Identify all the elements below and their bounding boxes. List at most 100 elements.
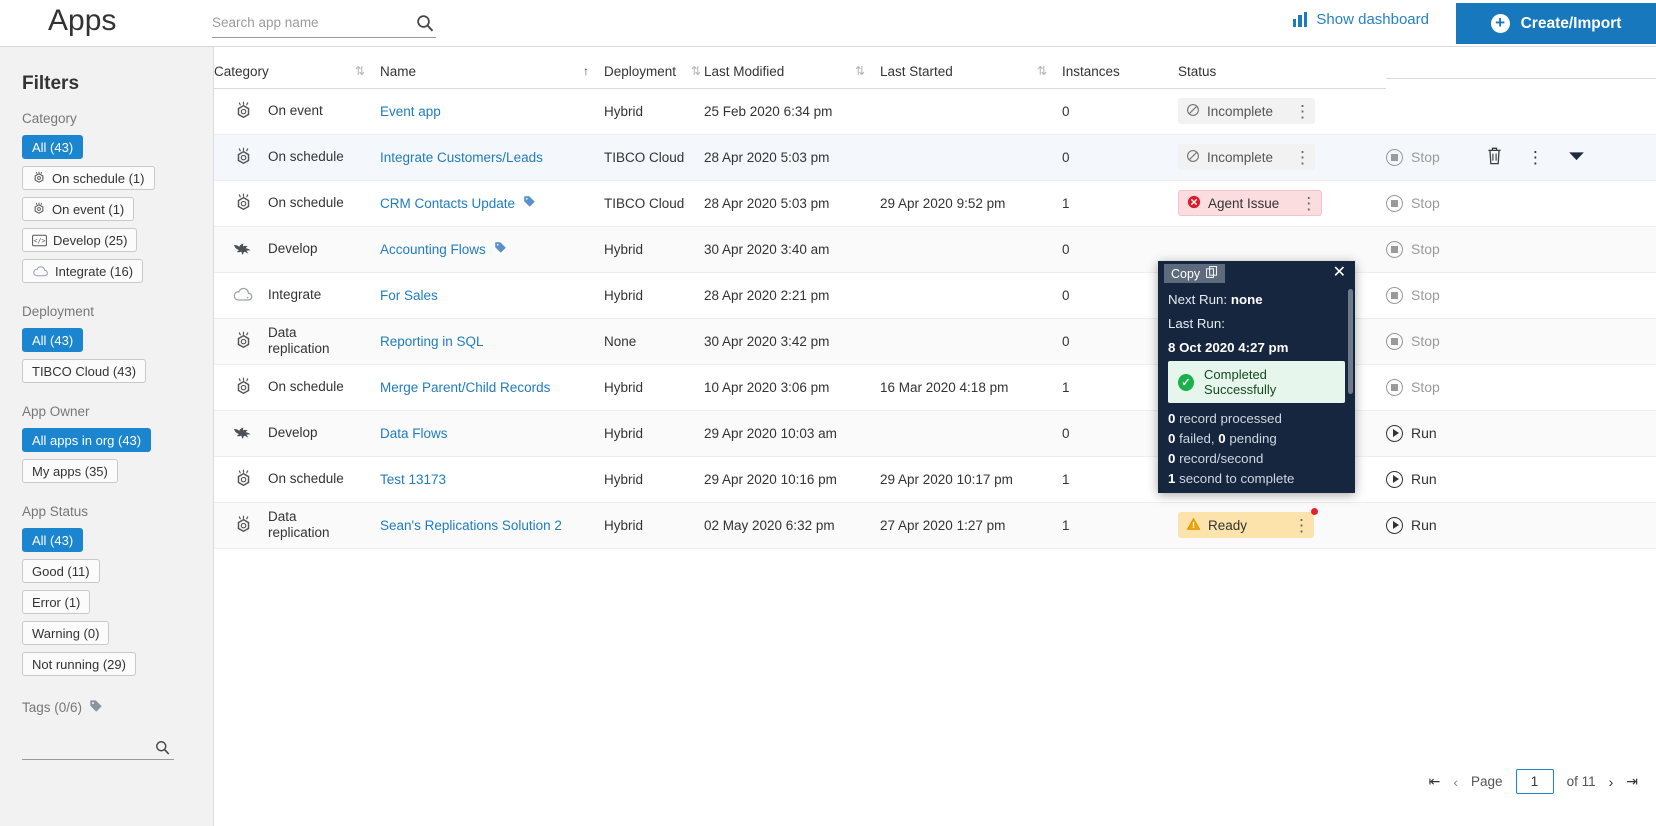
filter-chip-develop[interactable]: </> Develop (25) (22, 228, 138, 252)
table-row[interactable]: Data replication Reporting in SQL None 30 Ap… (214, 318, 1656, 365)
stop-button[interactable]: Stop (1386, 240, 1440, 258)
cell-status: Ready (1178, 502, 1386, 549)
search-icon[interactable] (416, 14, 434, 32)
table-row[interactable]: Data replication Sean's Replications Solut… (214, 502, 1656, 549)
table-row[interactable]: On event Event app Hybrid 25 Feb 2020 6:34 … (214, 88, 1656, 135)
show-dashboard-button[interactable]: Show dashboard (1292, 11, 1429, 28)
sort-icon[interactable]: ⇅ (691, 65, 701, 77)
stop-icon (1386, 332, 1403, 350)
app-name-link[interactable]: Merge Parent/Child Records (380, 380, 550, 395)
stop-button[interactable]: Stop (1386, 378, 1440, 396)
filter-chip-on-schedule[interactable]: On schedule (1) (22, 166, 155, 190)
row-more-menu-icon[interactable] (1527, 149, 1544, 166)
stat-label: pending (1229, 431, 1277, 446)
app-name-link[interactable]: CRM Contacts Update (380, 196, 515, 211)
app-name-link[interactable]: Data Flows (380, 426, 448, 441)
prev-page-icon[interactable]: ‹ (1453, 774, 1458, 790)
run-result-badge: ✓ Completed Successfully (1168, 361, 1345, 403)
filter-chip-tibco-cloud[interactable]: TIBCO Cloud (43) (22, 359, 147, 383)
col-last-modified[interactable]: Last Modified ⇅ (704, 47, 880, 89)
stop-label: Stop (1411, 333, 1440, 349)
run-button[interactable]: Run (1386, 516, 1437, 534)
cell-name: Test 13173 (380, 456, 604, 503)
app-name-link[interactable]: Event app (380, 104, 441, 119)
tag-search-box[interactable] (22, 734, 174, 760)
clock-hexagon-icon (232, 100, 254, 122)
row-status-menu-icon[interactable] (1280, 103, 1311, 120)
close-icon[interactable]: ✕ (1333, 265, 1346, 281)
first-page-icon[interactable]: ⇤ (1429, 773, 1441, 790)
filter-chip-deployment-all[interactable]: All (43) (22, 328, 84, 352)
table-row[interactable]: On schedule Test 13173 Hybrid 29 Apr 2020 1… (214, 456, 1656, 503)
clock-hexagon-icon (232, 514, 254, 536)
run-button[interactable]: Run (1386, 424, 1437, 442)
sort-icon[interactable]: ⇅ (355, 65, 365, 77)
search-icon[interactable] (155, 740, 170, 755)
col-last-started[interactable]: Last Started ⇅ (880, 47, 1062, 89)
filter-chip-all-apps-in-org[interactable]: All apps in org (43) (22, 428, 152, 452)
col-label: Last Modified (704, 63, 785, 79)
row-status-menu-icon[interactable] (1280, 149, 1311, 166)
cell-last-started (880, 272, 1062, 319)
cell-category: On event (214, 88, 380, 135)
app-name-link[interactable]: Sean's Replications Solution 2 (380, 518, 562, 533)
stop-icon (1386, 286, 1403, 304)
col-deployment[interactable]: Deployment ⇅ (604, 47, 704, 89)
table-row[interactable]: Develop Data Flows Hybrid 29 Apr 2020 10:03… (214, 410, 1656, 457)
filter-chip-warning[interactable]: Warning (0) (22, 621, 110, 645)
table-row[interactable]: On schedule Integrate Customers/Leads TIBC… (214, 134, 1656, 181)
popover-scrollbar[interactable] (1348, 289, 1353, 394)
status-badge[interactable]: Agent Issue (1178, 190, 1323, 216)
app-name-link[interactable]: Test 13173 (380, 472, 446, 487)
status-badge[interactable]: Incomplete (1178, 144, 1316, 170)
blocked-icon (1187, 103, 1199, 116)
copy-button[interactable]: Copy (1164, 264, 1226, 283)
app-name-link[interactable]: Accounting Flows (380, 242, 486, 257)
filter-chip-my-apps[interactable]: My apps (35) (22, 459, 118, 483)
col-instances: Instances (1062, 47, 1178, 89)
search-input[interactable] (212, 14, 402, 33)
run-button[interactable]: Run (1386, 470, 1437, 488)
chip-label: Good (11) (32, 563, 90, 579)
cell-status: Incomplete (1178, 134, 1386, 181)
status-icon (1186, 103, 1200, 120)
col-name[interactable]: Name ↑ (380, 47, 604, 89)
stop-button[interactable]: Stop (1386, 332, 1440, 350)
chevron-down-icon[interactable] (1568, 150, 1585, 165)
app-name-link[interactable]: For Sales (380, 288, 438, 303)
status-badge[interactable]: Ready (1178, 508, 1318, 538)
filter-chip-error[interactable]: Error (1) (22, 590, 91, 614)
app-name-link[interactable]: Reporting in SQL (380, 334, 484, 349)
cell-category: Data replication (214, 318, 380, 365)
sort-icon[interactable]: ⇅ (855, 65, 865, 77)
filter-chip-on-event[interactable]: On event (1) (22, 197, 135, 221)
filter-chip-good[interactable]: Good (11) (22, 559, 100, 583)
delete-icon[interactable] (1486, 146, 1503, 168)
sort-asc-icon[interactable]: ↑ (583, 65, 589, 77)
stop-button[interactable]: Stop (1386, 148, 1440, 166)
filter-chip-category-all[interactable]: All (43) (22, 135, 84, 159)
create-import-button[interactable]: + Create/Import (1456, 3, 1656, 44)
status-badge[interactable]: Incomplete (1178, 98, 1316, 124)
stop-button[interactable]: Stop (1386, 286, 1440, 304)
table-row[interactable]: On schedule CRM Contacts Update TIBCO Clou… (214, 180, 1656, 227)
filter-group-label: App Owner (22, 404, 90, 419)
stat-label: record/second (1179, 451, 1264, 466)
next-page-icon[interactable]: › (1609, 774, 1614, 790)
table-row[interactable]: Develop Accounting Flows Hybrid 30 Apr 2020… (214, 226, 1656, 273)
page-number-input[interactable] (1515, 769, 1554, 794)
filter-chip-not-running[interactable]: Not running (29) (22, 652, 136, 676)
search-box[interactable] (212, 10, 436, 38)
table-row[interactable]: Integrate For Sales Hybrid 28 Apr 2020 2:21… (214, 272, 1656, 319)
filter-chip-integrate[interactable]: Integrate (16) (22, 259, 144, 283)
copy-label: Copy (1171, 266, 1201, 281)
table-row[interactable]: On schedule Merge Parent/Child Records Hyb… (214, 364, 1656, 411)
sort-icon[interactable]: ⇅ (1037, 65, 1047, 77)
stop-button[interactable]: Stop (1386, 194, 1440, 212)
col-category[interactable]: Category ⇅ (214, 47, 380, 89)
filter-chip-status-all[interactable]: All (43) (22, 528, 84, 552)
app-name-link[interactable]: Integrate Customers/Leads (380, 150, 543, 165)
last-page-icon[interactable]: ⇥ (1626, 773, 1638, 790)
row-status-menu-icon[interactable] (1286, 195, 1317, 212)
row-status-menu-icon[interactable] (1279, 517, 1310, 534)
